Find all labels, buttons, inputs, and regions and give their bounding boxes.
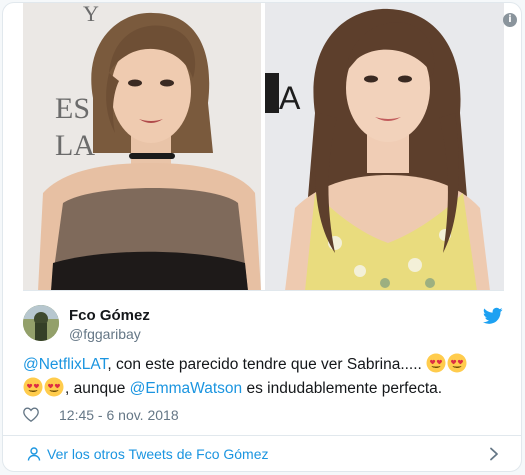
tweet-media[interactable]: ES LA Y A	[23, 3, 504, 291]
tweet-text: @NetflixLAT, con este parecido tendre qu…	[23, 353, 493, 401]
chevron-right-icon[interactable]	[488, 447, 500, 461]
more-tweets-label[interactable]: Ver los otros Tweets de Fco Gómez	[47, 446, 269, 462]
info-icon[interactable]: i	[503, 13, 517, 27]
tweet-text-part-1: , con este parecido tendre que ver Sabri…	[107, 356, 422, 373]
mention-emmawatson[interactable]: @EmmaWatson	[130, 380, 243, 397]
svg-text:ES: ES	[55, 92, 90, 125]
tweet-header: Fco Gómez @fggaribay	[23, 305, 503, 349]
photo-right[interactable]: A	[265, 3, 504, 290]
timestamp[interactable]: 12:45 - 6 nov. 2018	[59, 407, 179, 423]
photo-left[interactable]: ES LA Y	[23, 3, 261, 290]
tweet-text-part-2: , aunque	[65, 380, 126, 397]
author-name[interactable]: Fco Gómez	[69, 307, 150, 324]
heart-icon[interactable]	[23, 407, 39, 422]
more-tweets-link[interactable]: Ver los otros Tweets de Fco Gómez	[3, 436, 521, 471]
heart-eyes-emoji-icon	[44, 377, 64, 397]
twitter-bird-icon[interactable]	[483, 307, 503, 325]
heart-eyes-emoji-icon	[426, 353, 446, 373]
tweet-text-part-3: es indudablemente perfecta.	[246, 380, 443, 397]
avatar[interactable]	[23, 305, 59, 341]
author-handle[interactable]: @fggaribay	[69, 326, 141, 342]
embedded-tweet-card: ES LA Y A i Fco Gómez @fggaribay @Netfli…	[2, 2, 522, 472]
person-icon	[27, 447, 41, 461]
heart-eyes-emoji-icon	[23, 377, 43, 397]
svg-text:A: A	[279, 80, 301, 116]
svg-text:LA: LA	[55, 129, 95, 162]
heart-eyes-emoji-icon	[447, 353, 467, 373]
mention-netflixlat[interactable]: @NetflixLAT	[23, 356, 107, 373]
svg-text:Y: Y	[83, 3, 99, 26]
